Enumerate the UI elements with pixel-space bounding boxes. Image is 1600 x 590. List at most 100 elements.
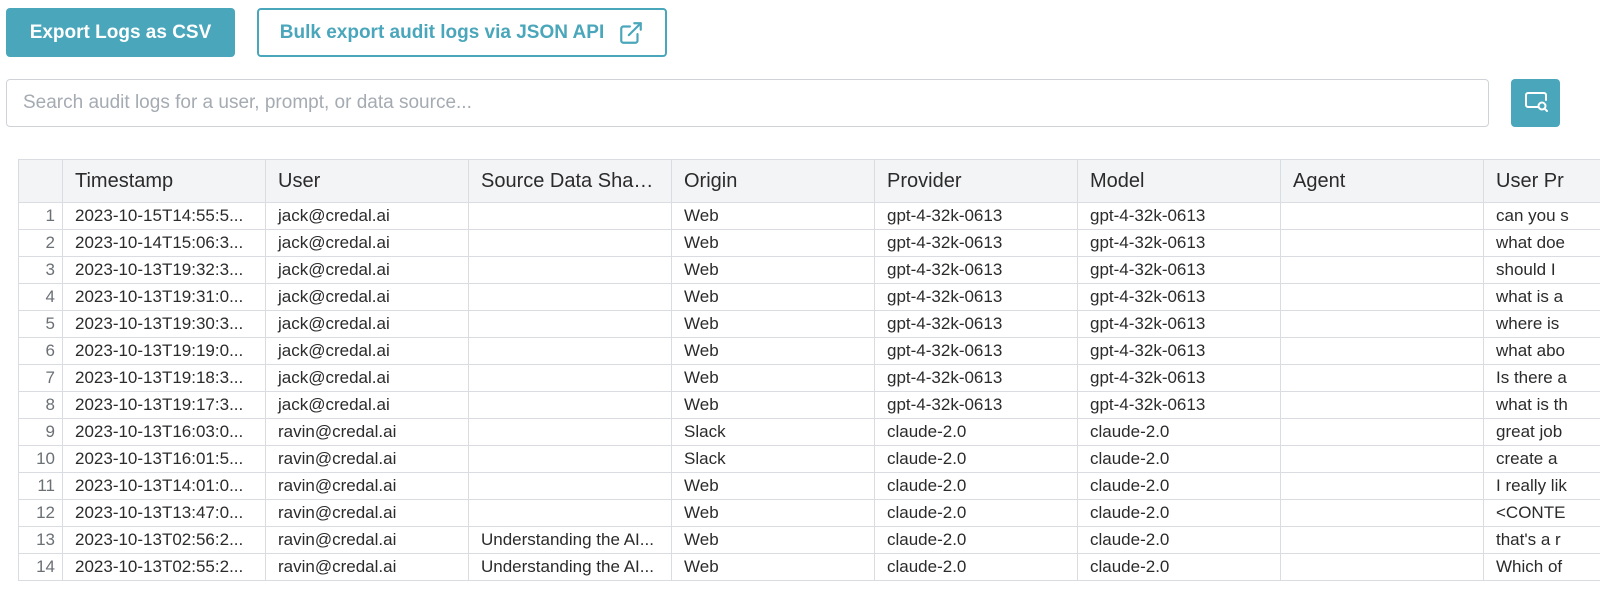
column-header-agent[interactable]: Agent — [1280, 159, 1484, 203]
row-index-cell[interactable]: 9 — [18, 418, 63, 446]
column-header-model[interactable]: Model — [1077, 159, 1281, 203]
row-index-cell[interactable]: 2 — [18, 229, 63, 257]
table-row[interactable]: 8 2023-10-13T19:17:3... jack@credal.ai Web g… — [18, 391, 1600, 419]
table-row[interactable]: 3 2023-10-13T19:32:3... jack@credal.ai Web g… — [18, 256, 1600, 284]
source-data-cell[interactable]: Understanding the AI... — [468, 553, 672, 581]
origin-cell[interactable]: Slack — [671, 418, 875, 446]
user-prompt-cell[interactable]: Is there a — [1483, 364, 1600, 392]
model-cell[interactable]: gpt-4-32k-0613 — [1077, 391, 1281, 419]
agent-cell[interactable] — [1280, 202, 1484, 230]
row-index-cell[interactable]: 8 — [18, 391, 63, 419]
row-index-cell[interactable]: 4 — [18, 283, 63, 311]
model-cell[interactable]: gpt-4-32k-0613 — [1077, 310, 1281, 338]
provider-cell[interactable]: gpt-4-32k-0613 — [874, 202, 1078, 230]
origin-cell[interactable]: Web — [671, 526, 875, 554]
user-cell[interactable]: ravin@credal.ai — [265, 445, 469, 473]
model-cell[interactable]: claude-2.0 — [1077, 472, 1281, 500]
row-index-cell[interactable]: 6 — [18, 337, 63, 365]
table-row[interactable]: 11 2023-10-13T14:01:0... ravin@credal.ai We… — [18, 472, 1600, 500]
origin-cell[interactable]: Web — [671, 283, 875, 311]
timestamp-cell[interactable]: 2023-10-13T02:56:2... — [62, 526, 266, 554]
agent-cell[interactable] — [1280, 553, 1484, 581]
table-row[interactable]: 13 2023-10-13T02:56:2... ravin@credal.ai Un… — [18, 526, 1600, 554]
origin-cell[interactable]: Web — [671, 472, 875, 500]
agent-cell[interactable] — [1280, 499, 1484, 527]
source-data-cell[interactable] — [468, 364, 672, 392]
provider-cell[interactable]: gpt-4-32k-0613 — [874, 256, 1078, 284]
origin-cell[interactable]: Web — [671, 310, 875, 338]
provider-cell[interactable]: claude-2.0 — [874, 499, 1078, 527]
row-index-cell[interactable]: 7 — [18, 364, 63, 392]
column-header-source-data-shared[interactable]: Source Data Shared — [468, 159, 672, 203]
origin-cell[interactable]: Web — [671, 337, 875, 365]
table-row[interactable]: 1 2023-10-15T14:55:5... jack@credal.ai Web g… — [18, 202, 1600, 230]
user-prompt-cell[interactable]: what is th — [1483, 391, 1600, 419]
user-cell[interactable]: jack@credal.ai — [265, 310, 469, 338]
agent-cell[interactable] — [1280, 391, 1484, 419]
origin-cell[interactable]: Web — [671, 391, 875, 419]
model-cell[interactable]: claude-2.0 — [1077, 499, 1281, 527]
user-prompt-cell[interactable]: where is — [1483, 310, 1600, 338]
source-data-cell[interactable] — [468, 229, 672, 257]
user-cell[interactable]: ravin@credal.ai — [265, 472, 469, 500]
provider-cell[interactable]: gpt-4-32k-0613 — [874, 337, 1078, 365]
origin-cell[interactable]: Web — [671, 202, 875, 230]
row-index-cell[interactable]: 10 — [18, 445, 63, 473]
agent-cell[interactable] — [1280, 445, 1484, 473]
user-cell[interactable]: ravin@credal.ai — [265, 418, 469, 446]
timestamp-cell[interactable]: 2023-10-13T14:01:0... — [62, 472, 266, 500]
agent-cell[interactable] — [1280, 256, 1484, 284]
user-prompt-cell[interactable]: I really lik — [1483, 472, 1600, 500]
provider-cell[interactable]: claude-2.0 — [874, 526, 1078, 554]
origin-cell[interactable]: Web — [671, 364, 875, 392]
source-data-cell[interactable] — [468, 310, 672, 338]
agent-cell[interactable] — [1280, 337, 1484, 365]
user-cell[interactable]: jack@credal.ai — [265, 337, 469, 365]
origin-cell[interactable]: Web — [671, 256, 875, 284]
user-cell[interactable]: jack@credal.ai — [265, 391, 469, 419]
timestamp-cell[interactable]: 2023-10-13T19:18:3... — [62, 364, 266, 392]
timestamp-cell[interactable]: 2023-10-13T19:19:0... — [62, 337, 266, 365]
row-index-cell[interactable]: 12 — [18, 499, 63, 527]
row-index-cell[interactable]: 5 — [18, 310, 63, 338]
source-data-cell[interactable] — [468, 472, 672, 500]
table-row[interactable]: 10 2023-10-13T16:01:5... ravin@credal.ai Sl… — [18, 445, 1600, 473]
timestamp-cell[interactable]: 2023-10-13T19:32:3... — [62, 256, 266, 284]
user-cell[interactable]: ravin@credal.ai — [265, 499, 469, 527]
column-header-timestamp[interactable]: Timestamp — [62, 159, 266, 203]
user-prompt-cell[interactable]: great job — [1483, 418, 1600, 446]
timestamp-cell[interactable]: 2023-10-13T13:47:0... — [62, 499, 266, 527]
user-prompt-cell[interactable]: can you s — [1483, 202, 1600, 230]
model-cell[interactable]: claude-2.0 — [1077, 418, 1281, 446]
timestamp-cell[interactable]: 2023-10-13T19:31:0... — [62, 283, 266, 311]
agent-cell[interactable] — [1280, 364, 1484, 392]
column-header-user[interactable]: User — [265, 159, 469, 203]
table-row[interactable]: 14 2023-10-13T02:55:2... ravin@credal.ai Un… — [18, 553, 1600, 581]
model-cell[interactable]: gpt-4-32k-0613 — [1077, 364, 1281, 392]
agent-cell[interactable] — [1280, 472, 1484, 500]
provider-cell[interactable]: gpt-4-32k-0613 — [874, 310, 1078, 338]
origin-cell[interactable]: Web — [671, 499, 875, 527]
user-cell[interactable]: ravin@credal.ai — [265, 526, 469, 554]
column-header-origin[interactable]: Origin — [671, 159, 875, 203]
table-row[interactable]: 12 2023-10-13T13:47:0... ravin@credal.ai We… — [18, 499, 1600, 527]
source-data-cell[interactable] — [468, 391, 672, 419]
model-cell[interactable]: claude-2.0 — [1077, 445, 1281, 473]
timestamp-cell[interactable]: 2023-10-14T15:06:3... — [62, 229, 266, 257]
table-row[interactable]: 9 2023-10-13T16:03:0... ravin@credal.ai Sla… — [18, 418, 1600, 446]
audit-log-grid[interactable]: Timestamp User Source Data Shared Origin… — [18, 159, 1600, 590]
model-cell[interactable]: gpt-4-32k-0613 — [1077, 202, 1281, 230]
row-index-cell[interactable]: 13 — [18, 526, 63, 554]
provider-cell[interactable]: claude-2.0 — [874, 553, 1078, 581]
origin-cell[interactable]: Slack — [671, 445, 875, 473]
model-cell[interactable]: claude-2.0 — [1077, 553, 1281, 581]
row-index-cell[interactable]: 14 — [18, 553, 63, 581]
source-data-cell[interactable] — [468, 283, 672, 311]
agent-cell[interactable] — [1280, 526, 1484, 554]
origin-cell[interactable]: Web — [671, 229, 875, 257]
user-cell[interactable]: jack@credal.ai — [265, 256, 469, 284]
user-prompt-cell[interactable]: what doe — [1483, 229, 1600, 257]
user-cell[interactable]: jack@credal.ai — [265, 229, 469, 257]
user-prompt-cell[interactable]: Which of — [1483, 553, 1600, 581]
provider-cell[interactable]: claude-2.0 — [874, 472, 1078, 500]
